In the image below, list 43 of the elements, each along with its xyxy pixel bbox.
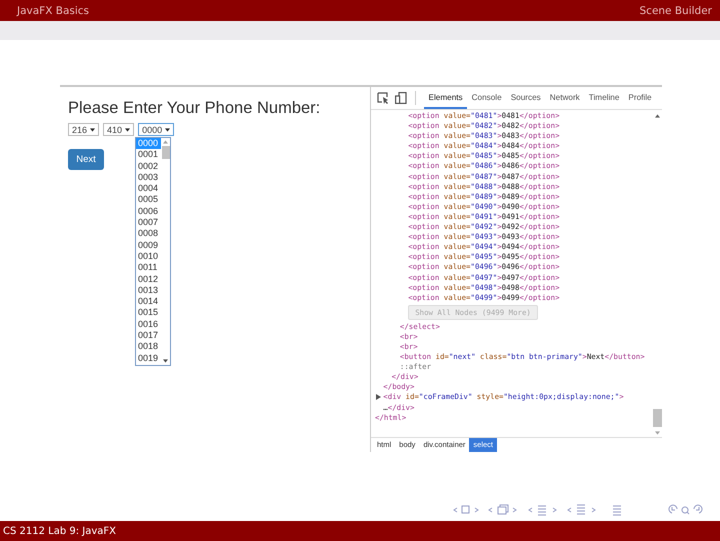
dropdown-option[interactable]: 0018 bbox=[136, 341, 161, 353]
dropdown-option[interactable]: 0011 bbox=[136, 262, 161, 274]
scroll-up-icon[interactable] bbox=[654, 114, 660, 118]
phone-select[interactable]: 0000 bbox=[138, 123, 174, 136]
dropdown-option[interactable]: 0007 bbox=[136, 217, 161, 228]
dropdown-option[interactable]: 0014 bbox=[136, 296, 161, 308]
caret-icon bbox=[165, 128, 170, 132]
caret-icon bbox=[125, 128, 130, 132]
page-heading: Please Enter Your Phone Number: bbox=[68, 99, 322, 118]
next-button[interactable]: Next bbox=[68, 149, 104, 170]
dropdown-option[interactable]: 0012 bbox=[136, 274, 161, 285]
devtools-tab[interactable]: Network bbox=[545, 87, 584, 109]
devtools-tab[interactable]: Elements bbox=[424, 87, 468, 109]
dropdown-option[interactable]: 0003 bbox=[136, 172, 161, 184]
dropdown-option[interactable]: 0009 bbox=[136, 240, 161, 251]
dropdown-option[interactable]: 0010 bbox=[136, 250, 161, 262]
dropdown-option[interactable]: 0005 bbox=[136, 194, 161, 206]
dropdown-option[interactable]: 0019 bbox=[136, 352, 161, 364]
phone-select[interactable]: 216 bbox=[68, 123, 100, 136]
section-title: JavaFX Basics bbox=[17, 4, 90, 16]
dropdown-option[interactable]: 0008 bbox=[136, 228, 161, 240]
device-icon[interactable] bbox=[395, 92, 407, 104]
footer-title: CS 2112 Lab 9: JavaFX bbox=[3, 526, 116, 536]
inspect-icon[interactable] bbox=[377, 92, 389, 104]
scrollbar-thumb[interactable] bbox=[652, 409, 662, 427]
scrollbar-thumb[interactable] bbox=[162, 146, 170, 159]
dropdown-option[interactable]: 0015 bbox=[136, 307, 161, 319]
devtools-tab[interactable]: Timeline bbox=[584, 87, 624, 109]
dropdown-option[interactable]: 0002 bbox=[136, 160, 161, 172]
dropdown-option[interactable]: 0004 bbox=[136, 183, 161, 194]
phone-select[interactable]: 410 bbox=[103, 123, 134, 136]
devtools-tab[interactable]: Console bbox=[467, 87, 506, 109]
subsection-title: Scene Builder bbox=[640, 4, 712, 16]
dropdown-option[interactable]: 0006 bbox=[136, 206, 161, 218]
caret-icon bbox=[90, 128, 96, 132]
dropdown-option[interactable]: 0016 bbox=[136, 318, 161, 330]
expand-arrow-icon[interactable] bbox=[376, 394, 382, 400]
dropdown-option[interactable]: 0001 bbox=[136, 149, 161, 161]
dropdown-option[interactable]: 0017 bbox=[136, 330, 161, 342]
dropdown-option[interactable]: 0013 bbox=[136, 284, 161, 296]
scroll-down-icon[interactable] bbox=[163, 359, 168, 363]
devtools-tab[interactable]: Profile bbox=[624, 87, 656, 109]
devtools-tab[interactable]: Sources bbox=[506, 87, 546, 109]
